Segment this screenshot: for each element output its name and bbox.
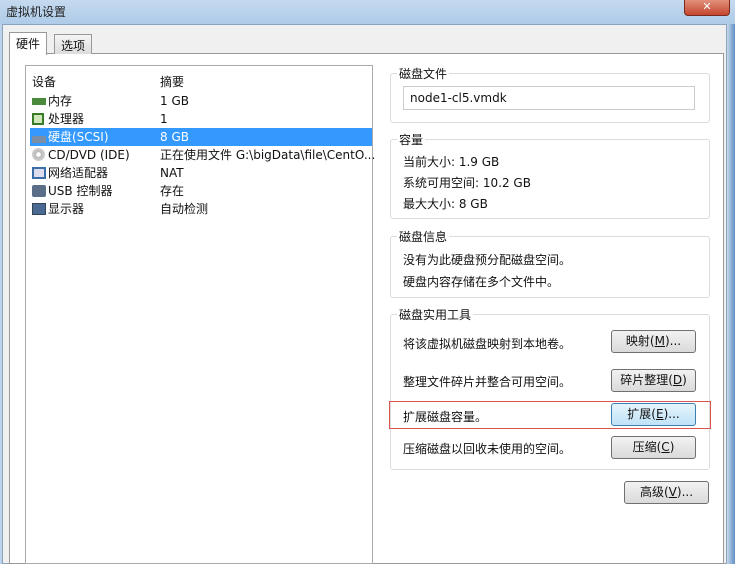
defrag-button[interactable]: 碎片整理(D)	[611, 369, 696, 392]
device-summary: 1 GB	[160, 94, 189, 108]
compact-button[interactable]: 压缩(C)	[611, 436, 696, 459]
processor-icon	[32, 113, 44, 125]
device-row-usb[interactable]: USB 控制器 存在	[30, 182, 372, 200]
capacity-group: 容量 当前大小: 1.9 GB 系统可用空间: 10.2 GB 最大大小: 8 …	[390, 131, 710, 219]
column-header-device[interactable]: 设备	[32, 73, 56, 90]
device-row-network[interactable]: 网络适配器 NAT	[30, 164, 372, 182]
device-row-memory[interactable]: 内存 1 GB	[30, 92, 372, 110]
expand-button[interactable]: 扩展(E)...	[611, 403, 696, 426]
compact-description: 压缩磁盘以回收未使用的空间。	[403, 442, 572, 456]
device-name: CD/DVD (IDE)	[48, 148, 130, 162]
group-label: 磁盘文件	[397, 65, 450, 82]
cd-dvd-icon	[32, 148, 45, 161]
advanced-button[interactable]: 高级(V)...	[624, 481, 709, 504]
map-button[interactable]: 映射(M)...	[611, 330, 696, 353]
tab-options[interactable]: 选项	[54, 34, 93, 54]
memory-icon	[32, 98, 46, 105]
device-name: 网络适配器	[48, 166, 109, 180]
group-label: 容量	[397, 131, 426, 148]
window-title: 虚拟机设置	[6, 5, 67, 19]
disk-info-group: 磁盘信息 没有为此硬盘预分配磁盘空间。 硬盘内容存储在多个文件中。	[390, 228, 710, 298]
disk-file-group: 磁盘文件 node1-cl5.vmdk	[390, 65, 710, 123]
group-label: 磁盘信息	[397, 228, 450, 245]
device-row-display[interactable]: 显示器 自动检测	[30, 200, 372, 218]
tab-hardware[interactable]: 硬件	[9, 32, 48, 55]
device-row-cd-dvd[interactable]: CD/DVD (IDE) 正在使用文件 G:\bigData\file\Cent…	[30, 146, 376, 164]
device-list[interactable]: 设备 摘要 内存 1 GB 处理器 1 硬盘(SCSI) 8 GB CD/DVD…	[25, 65, 376, 564]
device-summary: 自动检测	[160, 202, 209, 216]
available-space: 系统可用空间: 10.2 GB	[403, 176, 531, 190]
device-row-harddisk[interactable]: 硬盘(SCSI) 8 GB	[30, 128, 372, 146]
device-summary: 8 GB	[160, 130, 189, 144]
device-name: 处理器	[48, 112, 85, 126]
device-summary: 正在使用文件 G:\bigData\file\CentO...	[160, 148, 376, 162]
defrag-description: 整理文件碎片并整合可用空间。	[403, 375, 572, 389]
device-name: 硬盘(SCSI)	[48, 130, 109, 144]
map-description: 将该虚拟机磁盘映射到本地卷。	[403, 337, 572, 351]
disk-info-line: 没有为此硬盘预分配磁盘空间。	[403, 253, 572, 267]
window-edge	[727, 24, 735, 564]
column-header-summary[interactable]: 摘要	[160, 73, 184, 90]
display-icon	[32, 203, 46, 215]
usb-icon	[32, 185, 46, 197]
title-bar	[0, 0, 735, 24]
device-name: 显示器	[48, 202, 85, 216]
device-summary: 存在	[160, 184, 185, 198]
device-name: USB 控制器	[48, 184, 113, 198]
device-summary: NAT	[160, 166, 184, 180]
disk-file-field[interactable]: node1-cl5.vmdk	[403, 86, 695, 110]
disk-info-line: 硬盘内容存储在多个文件中。	[403, 275, 560, 289]
max-size: 最大大小: 8 GB	[403, 197, 488, 211]
harddisk-icon	[32, 136, 46, 143]
device-row-processor[interactable]: 处理器 1	[30, 110, 372, 128]
expand-description: 扩展磁盘容量。	[403, 410, 488, 424]
group-label: 磁盘实用工具	[397, 306, 474, 323]
close-button[interactable]: ✕	[684, 0, 730, 16]
device-name: 内存	[48, 94, 73, 108]
device-summary: 1	[160, 112, 168, 126]
current-size: 当前大小: 1.9 GB	[403, 155, 500, 169]
disk-utilities-group: 磁盘实用工具 将该虚拟机磁盘映射到本地卷。 映射(M)... 整理文件碎片并整合…	[389, 306, 711, 470]
network-icon	[32, 167, 46, 179]
